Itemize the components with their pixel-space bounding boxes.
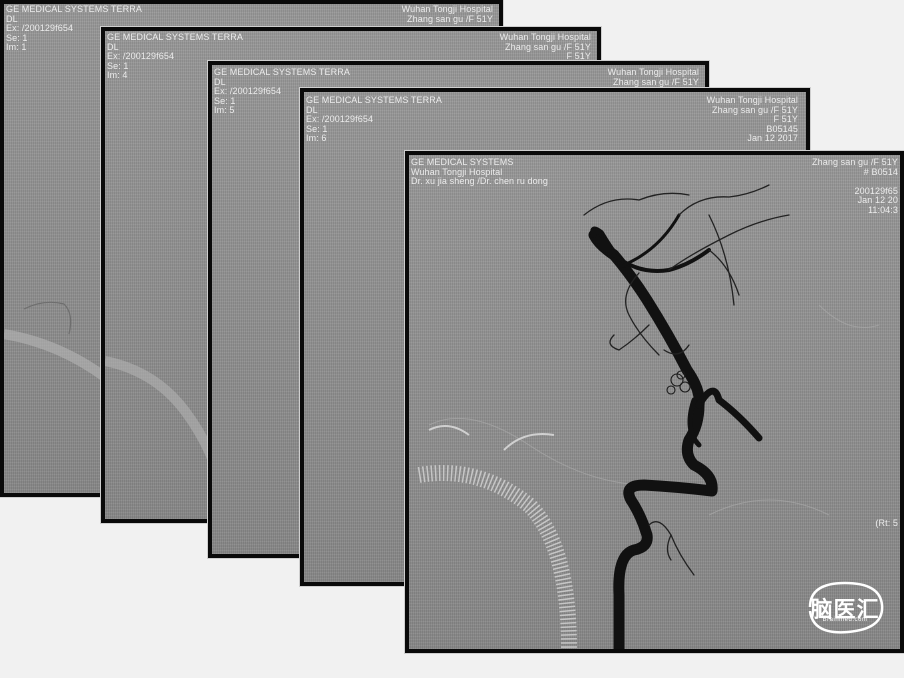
frame-2-manufacturer: GE MEDICAL SYSTEMS TERRA	[107, 32, 243, 42]
frame-5-header-left: GE MEDICAL SYSTEMS Wuhan Tongji Hospital…	[411, 157, 548, 187]
frame-4-date: Jan 12 2017	[747, 133, 798, 143]
frame-4-header-right: Wuhan Tongji Hospital Zhang san gu /F 51…	[707, 95, 798, 144]
frame-3-patient: Zhang san gu /F 51Y	[613, 76, 699, 87]
frame-4-image-number: Im: 6	[306, 133, 327, 143]
frame-4-header-left: GE MEDICAL SYSTEMS TERRA DL Ex: /200129f…	[306, 95, 442, 144]
frame-1-header-right: Wuhan Tongji Hospital Zhang san gu /F 51…	[402, 4, 493, 24]
frame-2-header-right: Wuhan Tongji Hospital Zhang san gu /F 51…	[500, 32, 591, 62]
angiogram-frame-5: GE MEDICAL SYSTEMS Wuhan Tongji Hospital…	[405, 151, 904, 653]
watermark-subtext: Brainmed.com	[822, 617, 868, 623]
frame-3-header-right: Wuhan Tongji Hospital Zhang san gu /F 51…	[608, 67, 699, 87]
cerebral-angiogram-image	[417, 184, 880, 649]
frame-1-patient: Zhang san gu /F 51Y	[407, 13, 493, 24]
frame-4-manufacturer: GE MEDICAL SYSTEMS TERRA	[306, 95, 442, 105]
frame-5-physicians: Dr. xu jia sheng /Dr. chen ru dong	[411, 176, 548, 186]
frame-3-manufacturer: GE MEDICAL SYSTEMS TERRA	[214, 67, 350, 77]
frame-5-accession: # B0514	[863, 166, 898, 177]
frame-1-manufacturer: GE MEDICAL SYSTEMS TERRA	[6, 4, 142, 14]
frame-5-side-right: (Rt: 5	[875, 518, 898, 529]
frame-5-orientation: (Rt: 5	[875, 518, 898, 528]
watermark-logo: 脑医汇 Brainmed.com	[798, 577, 892, 637]
frame-5-time: 11:04:3	[867, 204, 898, 215]
frame-5-header-right: Zhang san gu /F 51Y # B0514 200129f65 Ja…	[812, 157, 898, 215]
